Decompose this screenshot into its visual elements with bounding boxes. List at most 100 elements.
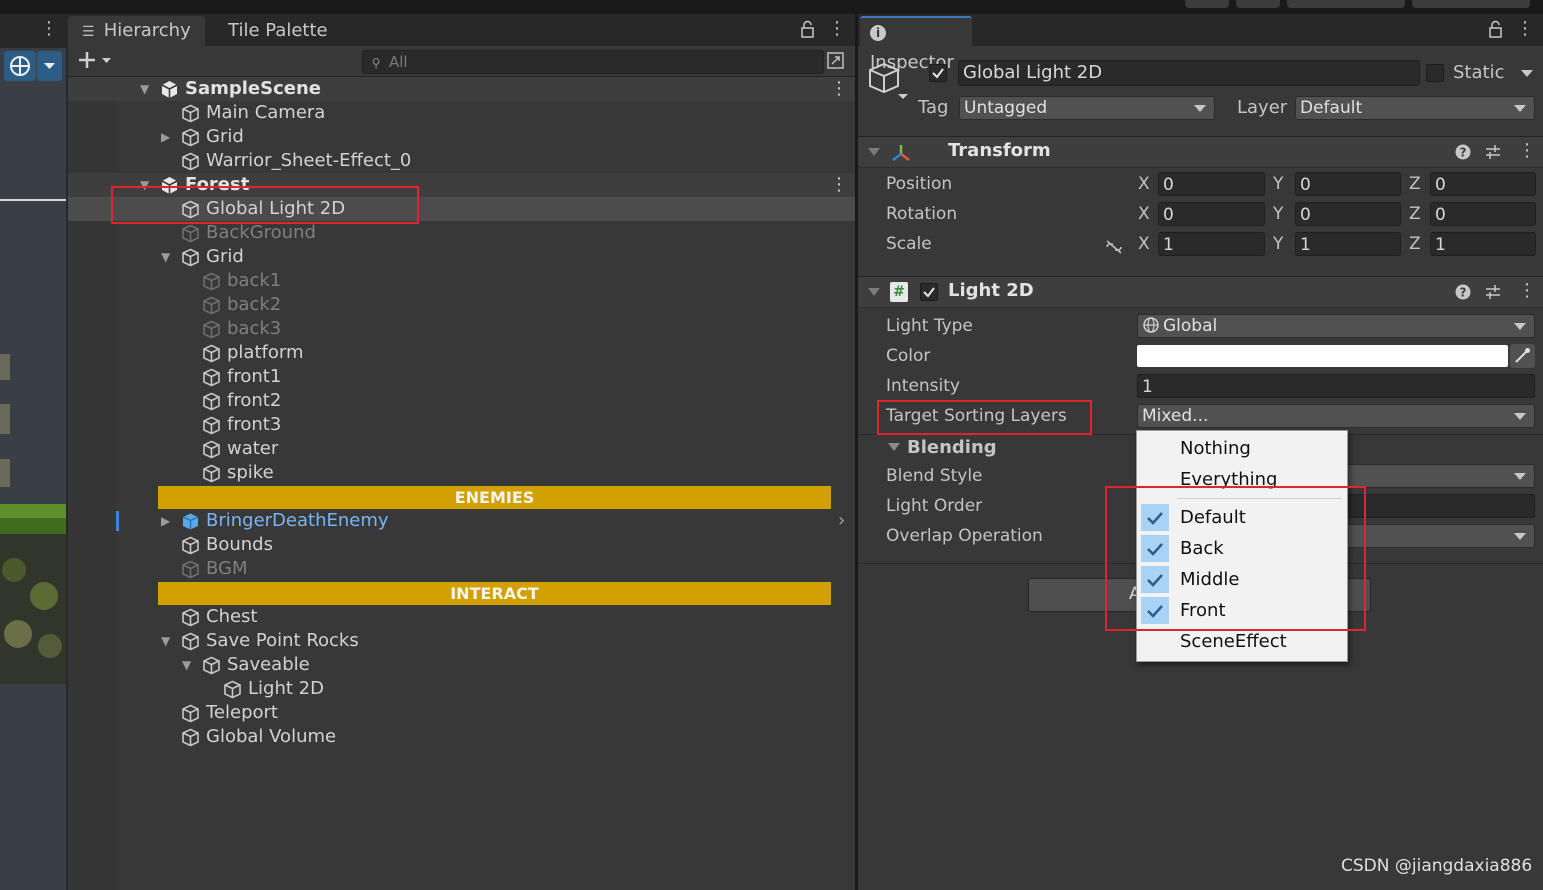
hierarchy-row[interactable]: front2: [68, 389, 855, 413]
axis-y-label[interactable]: Y: [1273, 232, 1283, 256]
help-icon[interactable]: ?: [1454, 283, 1472, 301]
component-menu-icon[interactable]: ⋮: [1518, 281, 1536, 301]
gizmo-globe-icon[interactable]: [4, 51, 36, 81]
foldout-collapsed-icon[interactable]: ▶: [161, 125, 170, 149]
static-dropdown-icon[interactable]: [1520, 69, 1534, 79]
foldout-arrow-icon[interactable]: [868, 287, 880, 297]
transform-rotation-x-field[interactable]: 0: [1158, 202, 1265, 226]
light2d-header[interactable]: # Light 2D ? ⋮: [858, 276, 1543, 308]
tab-hierarchy[interactable]: ☰ Hierarchy: [68, 16, 205, 46]
object-name-field[interactable]: Global Light 2D: [958, 60, 1420, 86]
axis-x-label[interactable]: X: [1138, 172, 1150, 196]
intensity-field[interactable]: 1: [1137, 374, 1535, 398]
scene-grid-line: [0, 199, 66, 201]
hierarchy-row[interactable]: ▶ Grid: [68, 125, 855, 149]
blending-foldout-arrow-icon[interactable]: [888, 442, 900, 452]
hierarchy-row[interactable]: Warrior_Sheet-Effect_0: [68, 149, 855, 173]
foldout-arrow-icon[interactable]: [868, 147, 880, 157]
foldout-expanded-icon[interactable]: ▼: [161, 245, 170, 269]
axis-y-label[interactable]: Y: [1273, 202, 1283, 226]
hierarchy-row[interactable]: Global Volume: [68, 725, 855, 749]
hierarchy-search-input[interactable]: ⚲ All: [362, 50, 824, 74]
transform-header[interactable]: Transform ? ⋮: [858, 136, 1543, 168]
hierarchy-header-interact[interactable]: INTERACT: [158, 582, 831, 605]
color-swatch[interactable]: [1137, 345, 1508, 367]
presets-icon[interactable]: [1484, 283, 1502, 301]
transform-position-y-field[interactable]: 0: [1295, 172, 1401, 196]
presets-icon[interactable]: [1484, 143, 1502, 161]
inspector-tab-bar: i Inspector ⋮: [858, 14, 1543, 73]
axis-x-label[interactable]: X: [1138, 232, 1150, 256]
hierarchy-row-label: BGM: [206, 558, 248, 579]
transform-rotation-z-field[interactable]: 0: [1430, 202, 1536, 226]
foldout-expanded-icon[interactable]: ▼: [161, 629, 170, 653]
search-button[interactable]: [1236, 0, 1280, 8]
active-checkbox[interactable]: [929, 64, 947, 82]
foldout-expanded-icon[interactable]: ▼: [140, 77, 149, 101]
hierarchy-row[interactable]: ▼ Grid: [68, 245, 855, 269]
hierarchy-row[interactable]: Teleport: [68, 701, 855, 725]
hierarchy-row[interactable]: front3: [68, 413, 855, 437]
axis-z-label[interactable]: Z: [1409, 232, 1421, 256]
transform-position-z-field[interactable]: 0: [1430, 172, 1536, 196]
hierarchy-row[interactable]: BackGround: [68, 221, 855, 245]
axis-x-label[interactable]: X: [1138, 202, 1150, 226]
more-options-icon[interactable]: ⋮: [40, 20, 58, 38]
hierarchy-row[interactable]: Chest: [68, 605, 855, 629]
create-plus-icon[interactable]: [76, 48, 116, 72]
static-checkbox[interactable]: [1426, 64, 1444, 82]
menu-item-nothing[interactable]: Nothing: [1137, 433, 1347, 464]
tag-dropdown[interactable]: Untagged: [959, 96, 1215, 120]
open-prefab-chevron-icon[interactable]: ›: [838, 509, 845, 533]
help-icon[interactable]: ?: [1454, 143, 1472, 161]
target-sorting-layers-dropdown[interactable]: Mixed...: [1137, 404, 1535, 428]
hierarchy-row[interactable]: ▼ Saveable: [68, 653, 855, 677]
hierarchy-row[interactable]: water: [68, 437, 855, 461]
light2d-enabled-checkbox[interactable]: [920, 283, 938, 301]
foldout-expanded-icon[interactable]: ▼: [182, 653, 191, 677]
light-type-dropdown[interactable]: Global: [1137, 314, 1535, 338]
transform-scale-y-field[interactable]: 1: [1295, 232, 1401, 256]
axis-z-label[interactable]: Z: [1409, 202, 1421, 226]
gizmo-dropdown-icon[interactable]: [37, 51, 62, 81]
foldout-collapsed-icon[interactable]: ▶: [161, 509, 170, 533]
layer-dropdown[interactable]: Default: [1295, 96, 1535, 120]
constrain-proportions-icon[interactable]: [1104, 238, 1124, 256]
scene-menu-icon[interactable]: ⋮: [830, 173, 848, 197]
transform-scale-x-field[interactable]: 1: [1158, 232, 1265, 256]
hierarchy-row[interactable]: front1: [68, 365, 855, 389]
hierarchy-row[interactable]: Light 2D: [68, 677, 855, 701]
gameobject-cube-icon[interactable]: [866, 58, 910, 102]
hierarchy-header-enemies[interactable]: ENEMIES: [158, 486, 831, 509]
hierarchy-row[interactable]: Main Camera: [68, 101, 855, 125]
hierarchy-row[interactable]: ▶ BringerDeathEnemy ›: [68, 509, 855, 533]
scene-header-row[interactable]: ▼ SampleScene ⋮: [68, 77, 855, 101]
axis-y-label[interactable]: Y: [1273, 172, 1283, 196]
hierarchy-row[interactable]: BGM: [68, 557, 855, 581]
tab-inspector[interactable]: i Inspector: [860, 16, 972, 73]
hierarchy-row[interactable]: back2: [68, 293, 855, 317]
toolbar-button[interactable]: [1185, 0, 1229, 8]
axis-z-label[interactable]: Z: [1409, 172, 1421, 196]
tab-tile-palette[interactable]: Tile Palette: [214, 16, 342, 46]
component-menu-icon[interactable]: ⋮: [1518, 141, 1536, 161]
transform-position-x-field[interactable]: 0: [1158, 172, 1265, 196]
scene-menu-icon[interactable]: ⋮: [830, 77, 848, 101]
hierarchy-row[interactable]: ▼ Save Point Rocks: [68, 629, 855, 653]
transform-rotation-y-field[interactable]: 0: [1295, 202, 1401, 226]
hierarchy-row[interactable]: back3: [68, 317, 855, 341]
layers-dropdown[interactable]: [1287, 0, 1405, 8]
hierarchy-row[interactable]: platform: [68, 341, 855, 365]
panel-menu-icon[interactable]: ⋮: [1516, 19, 1534, 39]
transform-scale-z-field[interactable]: 1: [1430, 232, 1536, 256]
eyedropper-icon[interactable]: [1510, 344, 1535, 368]
panel-menu-icon[interactable]: ⋮: [828, 19, 846, 39]
hierarchy-row[interactable]: spike: [68, 461, 855, 485]
hierarchy-row[interactable]: Bounds: [68, 533, 855, 557]
lock-icon[interactable]: [1488, 20, 1504, 40]
layout-dropdown[interactable]: [1412, 0, 1530, 8]
scene-visibility-icon[interactable]: [826, 51, 846, 71]
lock-icon[interactable]: [800, 20, 816, 40]
hierarchy-row[interactable]: back1: [68, 269, 855, 293]
scene-view[interactable]: ⋮: [0, 14, 66, 890]
